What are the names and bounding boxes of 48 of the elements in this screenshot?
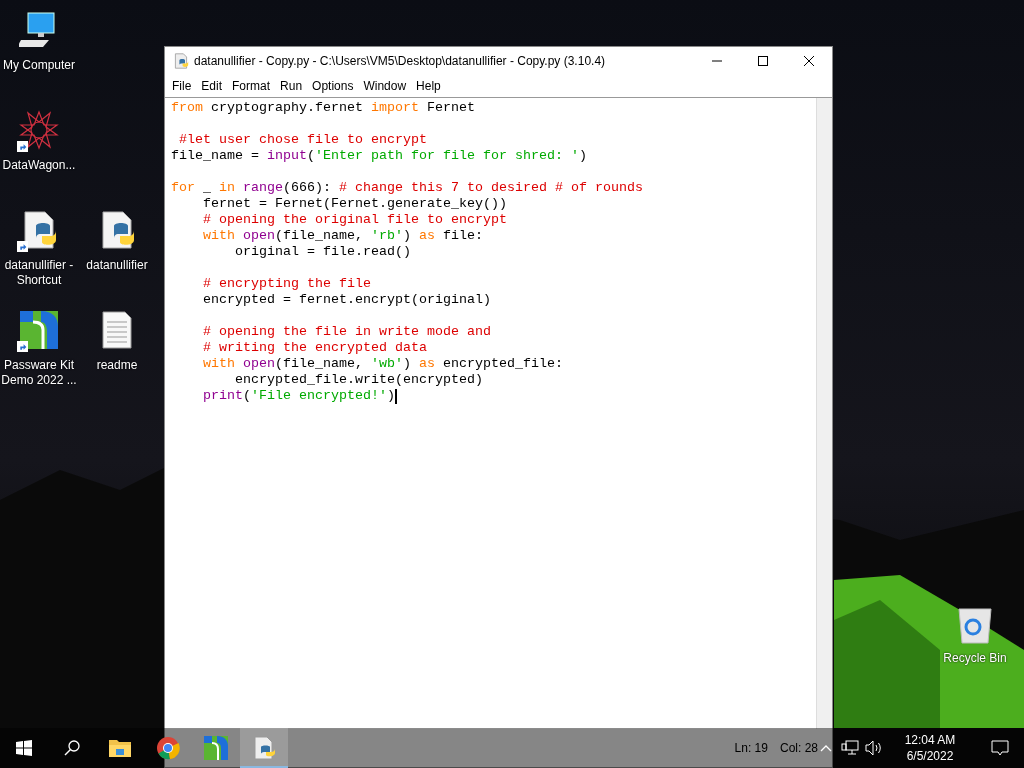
icon-label: Passware Kit Demo 2022 ... xyxy=(1,358,77,388)
icon-label: datanullifier xyxy=(85,258,149,273)
code-line: with open(file_name, 'wb') as encrypted_file: xyxy=(202,356,563,372)
menu-item[interactable]: File xyxy=(167,79,197,93)
python-file-icon xyxy=(173,53,189,69)
menu-item[interactable]: Options xyxy=(307,79,359,93)
status-column: Col: 28 xyxy=(779,741,818,755)
menu-item[interactable]: Help xyxy=(411,79,446,93)
menu-item[interactable]: Edit xyxy=(196,79,228,93)
icon-label: DataWagon... xyxy=(1,158,77,173)
star-file-icon[interactable] xyxy=(19,110,59,150)
menu-item[interactable]: Window xyxy=(358,79,412,93)
code-line: original = file.read() xyxy=(234,244,411,260)
code-line: # encrypting the file xyxy=(202,276,371,292)
icon-label: readme xyxy=(95,358,139,373)
code-line: fernet = Fernet(Fernet.generate_key()) xyxy=(202,196,507,212)
code-line: # opening the original file to encrypt xyxy=(202,212,507,228)
python-taskbar-button[interactable] xyxy=(240,728,288,768)
windows-logo-icon xyxy=(16,740,32,756)
clock-date: 6/5/2022 xyxy=(906,748,954,764)
icon-label: My Computer xyxy=(2,58,76,73)
code-line: with open(file_name, 'rb') as file: xyxy=(202,228,483,244)
code-line: # writing the encrypted data xyxy=(202,340,427,356)
passware-file-icon[interactable] xyxy=(19,310,59,350)
code-line: #let user chose file to encrypt xyxy=(178,132,427,148)
close-icon xyxy=(803,55,815,67)
code-line: # opening the file in write mode and xyxy=(202,324,491,340)
text-cursor xyxy=(394,388,397,404)
code-line: encrypted = fernet.encrypt(original) xyxy=(202,292,491,308)
python-file-icon[interactable] xyxy=(19,210,59,250)
code-line: encrypted_file.write(encrypted) xyxy=(234,372,483,388)
python-file-icon xyxy=(252,736,276,760)
clock[interactable]: 12:04 AM 6/5/2022 xyxy=(890,728,970,768)
icon-label: Recycle Bin xyxy=(942,651,1008,666)
code-line: from cryptography.fernet import Fernet xyxy=(171,100,475,116)
search-icon xyxy=(64,740,80,756)
clock-time: 12:04 AM xyxy=(904,732,956,748)
code-line: file_name = input('Enter path for file for shred: ') xyxy=(171,148,587,164)
scrollbar[interactable] xyxy=(816,98,832,729)
menu-item[interactable]: Run xyxy=(275,79,308,93)
code-line: print('File encrypted!') xyxy=(202,388,395,404)
menu-item[interactable]: Format xyxy=(227,79,276,93)
app-logo-icon xyxy=(204,736,228,760)
status-line: Ln: 19 xyxy=(734,741,768,755)
maximize-icon xyxy=(757,55,769,67)
code-line: for _ in range(666): # change this 7 to desired # of rounds xyxy=(171,180,643,196)
icon-label: datanullifier - Shortcut xyxy=(3,258,75,288)
window-title: datanullifier - Copy.py - C:\Users\VM5\Desktop\datanullifier - Copy.py (3.10.4) xyxy=(194,54,607,68)
